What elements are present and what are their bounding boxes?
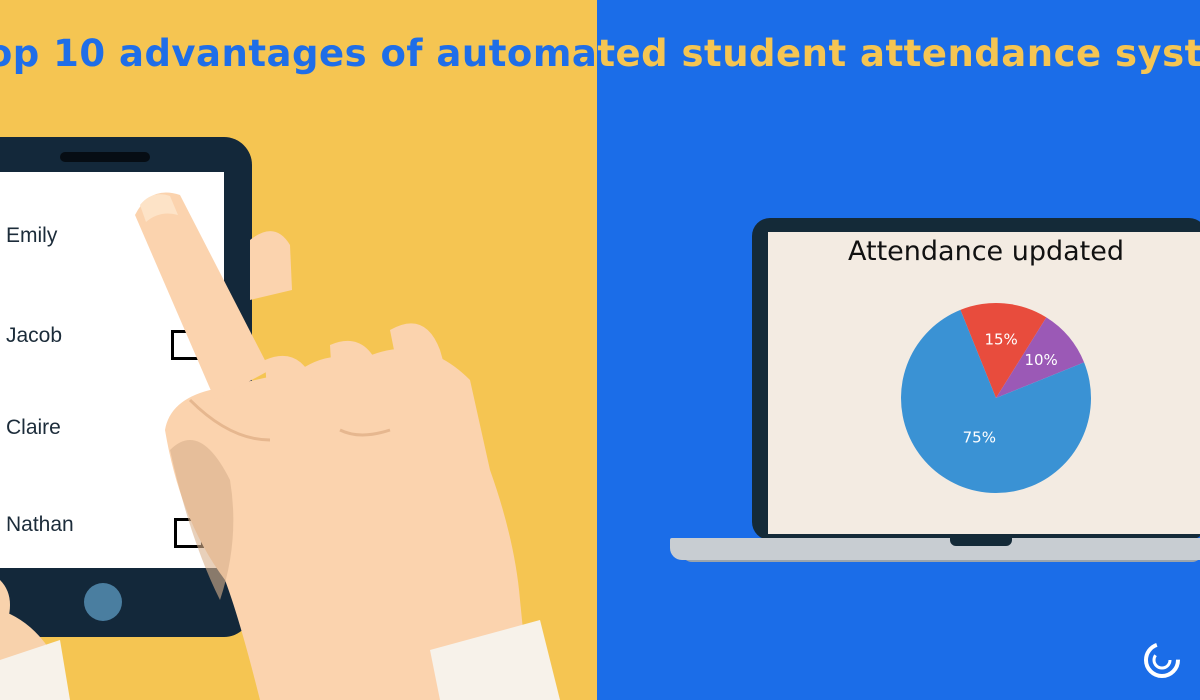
- laptop-screen: [768, 232, 1200, 534]
- attendance-checkbox[interactable]: [171, 425, 201, 455]
- attendance-checkbox[interactable]: [174, 518, 204, 548]
- attendance-checkbox[interactable]: [169, 244, 199, 274]
- phone-speaker: [60, 152, 150, 162]
- chart-title: Attendance updated: [848, 236, 1124, 267]
- attendance-row: Emily: [0, 224, 224, 274]
- smartphone: Emily Jacob Claire Nathan: [0, 137, 252, 637]
- attendance-checkbox[interactable]: [171, 330, 201, 360]
- page-title: Top 10 advantages of automated student a…: [0, 32, 597, 82]
- logo-icon: [1144, 642, 1180, 678]
- attendance-row: Claire: [0, 416, 224, 456]
- page-title-right-half: Top 10 advantages of automated student a…: [597, 32, 1200, 82]
- student-name: Nathan: [6, 513, 74, 536]
- laptop-base: [670, 538, 1200, 560]
- phone-screen: Emily Jacob Claire Nathan: [0, 172, 224, 568]
- student-name: Claire: [6, 416, 61, 439]
- laptop-trackpad-notch: [950, 538, 1012, 546]
- page-title-text: Top 10 advantages of automated student a…: [0, 32, 597, 75]
- phone-home-button[interactable]: [84, 583, 122, 621]
- attendance-row: Jacob: [0, 324, 224, 364]
- page-title-text-right: Top 10 advantages of automated student a…: [597, 32, 1200, 75]
- student-name: Jacob: [6, 324, 63, 347]
- attendance-row: Nathan: [0, 513, 224, 553]
- student-name: Emily: [6, 224, 58, 247]
